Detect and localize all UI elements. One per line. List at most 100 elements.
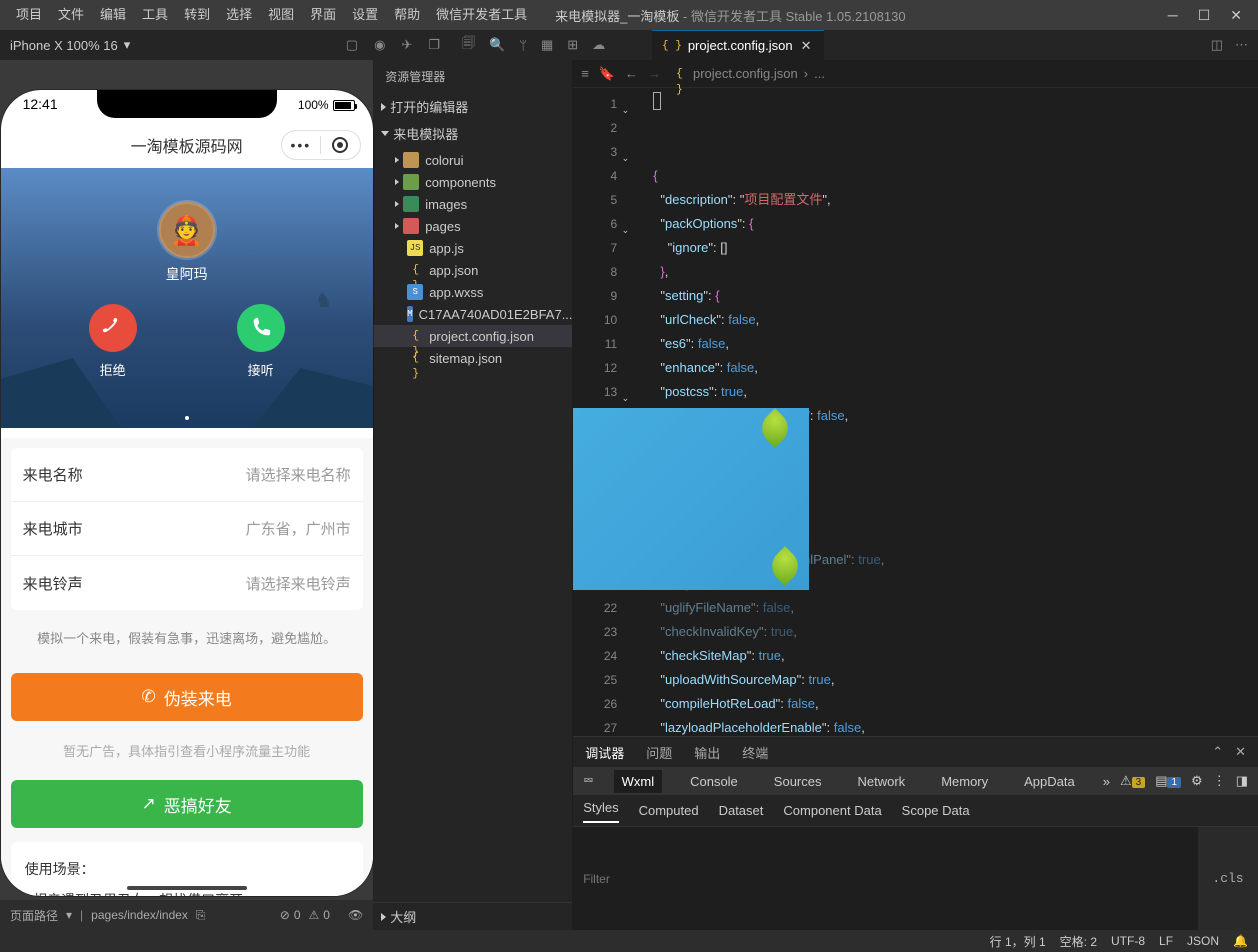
windows-icon[interactable]: ❐ bbox=[428, 37, 440, 53]
search-icon[interactable]: 🔍 bbox=[489, 37, 505, 53]
language-mode[interactable]: JSON bbox=[1187, 934, 1219, 948]
info-badge[interactable]: ▤1 bbox=[1155, 773, 1181, 789]
warning-badge[interactable]: ⚠3 bbox=[1120, 773, 1145, 789]
form-row-name[interactable]: 来电名称请选择来电名称 bbox=[11, 448, 363, 502]
subtab-styles[interactable]: Styles bbox=[583, 800, 618, 823]
reject-button[interactable]: 拒绝 bbox=[89, 304, 137, 379]
kebab-icon[interactable]: ⋮ bbox=[1213, 773, 1226, 789]
eol-info[interactable]: LF bbox=[1159, 934, 1173, 948]
breadcrumb-more[interactable]: ... bbox=[814, 66, 825, 81]
folder-components[interactable]: components bbox=[373, 171, 572, 193]
file-app-json[interactable]: app.json bbox=[373, 259, 572, 281]
tab-problems[interactable]: 问题 bbox=[646, 743, 672, 762]
file-md[interactable]: MC17AA740AD01E2BFA7... bbox=[373, 303, 572, 325]
tab-appdata[interactable]: AppData bbox=[1016, 770, 1083, 793]
fake-call-button[interactable]: ✆伪装来电 bbox=[11, 673, 363, 721]
form-row-ring[interactable]: 来电铃声请选择来电铃声 bbox=[11, 556, 363, 610]
record-icon[interactable]: ◉ bbox=[374, 37, 385, 53]
back-icon[interactable]: ← bbox=[625, 66, 638, 81]
subtab-component-data[interactable]: Component Data bbox=[783, 803, 881, 818]
share-icon[interactable]: ✈ bbox=[401, 37, 412, 53]
menu-settings[interactable]: 设置 bbox=[344, 0, 386, 30]
error-count[interactable]: ⊘0 bbox=[280, 908, 301, 922]
split-layout-icon[interactable]: ◫ bbox=[1211, 37, 1223, 53]
menu-view[interactable]: 视图 bbox=[260, 0, 302, 30]
tab-network[interactable]: Network bbox=[850, 770, 914, 793]
device-icon[interactable]: ▢ bbox=[346, 37, 358, 53]
files-icon[interactable]: 🗐 bbox=[462, 34, 475, 56]
file-app-wxss[interactable]: Sapp.wxss bbox=[373, 281, 572, 303]
tab-console[interactable]: Console bbox=[682, 770, 746, 793]
indent-info[interactable]: 空格: 2 bbox=[1060, 933, 1097, 950]
file-sitemap[interactable]: sitemap.json bbox=[373, 347, 572, 369]
inspect-icon[interactable]: ⮹ bbox=[583, 773, 593, 789]
cursor-position[interactable]: 行 1，列 1 bbox=[990, 933, 1046, 950]
tab-output[interactable]: 输出 bbox=[694, 743, 720, 762]
tab-memory[interactable]: Memory bbox=[933, 770, 996, 793]
list-icon[interactable]: ≡ bbox=[581, 66, 589, 81]
tab-sources[interactable]: Sources bbox=[766, 770, 830, 793]
menu-help[interactable]: 帮助 bbox=[386, 0, 428, 30]
subtab-dataset[interactable]: Dataset bbox=[719, 803, 764, 818]
project-root-header[interactable]: 来电模拟器 bbox=[373, 120, 572, 147]
bell-icon[interactable]: 🔔 bbox=[1233, 934, 1248, 948]
capsule-menu-icon[interactable]: ••• bbox=[282, 137, 321, 153]
open-editors-header[interactable]: 打开的编辑器 bbox=[373, 93, 572, 120]
eye-icon[interactable]: 👁 bbox=[348, 908, 363, 922]
menu-project[interactable]: 项目 bbox=[8, 0, 50, 30]
menu-ui[interactable]: 界面 bbox=[302, 0, 344, 30]
menu-goto[interactable]: 转到 bbox=[176, 0, 218, 30]
styles-filter-input[interactable] bbox=[573, 827, 1198, 930]
menu-wechat-devtools[interactable]: 微信开发者工具 bbox=[428, 0, 535, 30]
menu-select[interactable]: 选择 bbox=[218, 0, 260, 30]
breadcrumb-file[interactable]: project.config.json bbox=[693, 66, 798, 81]
menu-file[interactable]: 文件 bbox=[50, 0, 92, 30]
more-icon[interactable]: ⋯ bbox=[1235, 37, 1248, 53]
git-icon[interactable]: ᛘ bbox=[519, 38, 527, 53]
menu-edit[interactable]: 编辑 bbox=[92, 0, 134, 30]
copy-icon[interactable]: ⎘ bbox=[196, 908, 206, 923]
share-icon: ↗ bbox=[141, 794, 155, 814]
menu-tools[interactable]: 工具 bbox=[134, 0, 176, 30]
gear-icon[interactable]: ⚙ bbox=[1191, 773, 1203, 789]
subtab-computed[interactable]: Computed bbox=[639, 803, 699, 818]
code-editor[interactable]: 1⌄23⌄456⌄78910111213⌄1415161718192021222… bbox=[573, 88, 1258, 736]
folder-images[interactable]: images bbox=[373, 193, 572, 215]
extensions-icon[interactable]: ⊞ bbox=[567, 37, 578, 53]
prank-button[interactable]: ↗恶搞好友 bbox=[11, 780, 363, 828]
accept-button[interactable]: 接听 bbox=[237, 304, 285, 379]
editor-tab[interactable]: { } project.config.json ✕ bbox=[652, 30, 824, 60]
close-icon[interactable]: ✕ bbox=[1235, 744, 1246, 760]
tab-terminal[interactable]: 终端 bbox=[742, 743, 768, 762]
folder-colorui[interactable]: colorui bbox=[373, 149, 572, 171]
tab-close-button[interactable]: ✕ bbox=[799, 38, 814, 54]
tab-debugger[interactable]: 调试器 bbox=[585, 743, 624, 762]
chevron-down-icon[interactable]: ▾ bbox=[66, 908, 72, 922]
form-row-city[interactable]: 来电城市广东省，广州市 bbox=[11, 502, 363, 556]
outline-header[interactable]: 大纲 bbox=[373, 903, 572, 930]
dock-icon[interactable]: ◨ bbox=[1236, 773, 1248, 789]
chevron-up-icon[interactable]: ⌃ bbox=[1212, 744, 1223, 760]
device-selector[interactable]: iPhone X 100% 16▾ bbox=[0, 37, 140, 53]
grid-icon[interactable]: ▦ bbox=[541, 37, 553, 53]
encoding-info[interactable]: UTF-8 bbox=[1111, 934, 1145, 948]
more-tabs-icon[interactable]: » bbox=[1103, 774, 1110, 789]
warning-count[interactable]: ⚠0 bbox=[309, 908, 330, 922]
subtab-scope-data[interactable]: Scope Data bbox=[902, 803, 970, 818]
moose-icon: ♞ bbox=[315, 288, 333, 313]
battery-icon bbox=[333, 100, 355, 111]
forward-icon[interactable]: → bbox=[648, 66, 661, 81]
minimize-button[interactable]: ─ bbox=[1168, 7, 1178, 24]
capsule-close-icon[interactable] bbox=[321, 137, 360, 153]
tab-wxml[interactable]: Wxml bbox=[614, 770, 663, 793]
folder-pages[interactable]: pages bbox=[373, 215, 572, 237]
cls-toggle[interactable]: .cls bbox=[1198, 827, 1258, 930]
maximize-button[interactable]: ☐ bbox=[1198, 7, 1211, 24]
file-app-js[interactable]: JSapp.js bbox=[373, 237, 572, 259]
file-project-config[interactable]: project.config.json bbox=[373, 325, 572, 347]
bookmark-icon[interactable]: 🔖 bbox=[599, 66, 615, 82]
capsule-button[interactable]: ••• bbox=[281, 130, 361, 160]
devtools-panel: 调试器 问题 输出 终端 ⌃ ✕ ⮹ Wxml Console Sources … bbox=[573, 736, 1258, 930]
cloud-icon[interactable]: ☁ bbox=[592, 37, 605, 53]
close-button[interactable]: ✕ bbox=[1230, 7, 1242, 24]
